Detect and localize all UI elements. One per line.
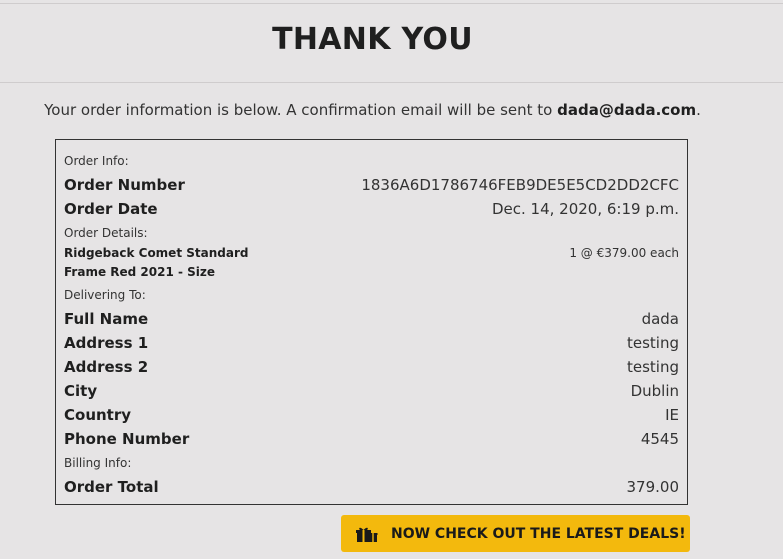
country-label: Country — [64, 406, 132, 424]
address2-value: testing — [626, 358, 679, 376]
city-row: City Dublin — [64, 382, 679, 400]
address1-value: testing — [626, 334, 679, 352]
confirmation-email: dada@dada.com — [557, 101, 697, 119]
latest-deals-button[interactable]: NOW CHECK OUT THE LATEST DEALS! — [341, 515, 690, 552]
address2-label: Address 2 — [64, 358, 149, 376]
address1-label: Address 1 — [64, 334, 149, 352]
order-total-label: Order Total — [64, 478, 159, 496]
country-value: IE — [665, 406, 679, 424]
order-summary-box: Order Info: Order Number 1836A6D1786746F… — [55, 139, 688, 505]
order-info-section: Order Info: — [64, 154, 679, 168]
city-value: Dublin — [630, 382, 679, 400]
order-details-section: Order Details: — [64, 226, 679, 240]
order-number-row: Order Number 1836A6D1786746FEB9DE5E5CD2D… — [64, 176, 679, 194]
page-header: THANK YOU — [0, 4, 783, 83]
order-date-value: Dec. 14, 2020, 6:19 p.m. — [491, 200, 679, 218]
confirmation-message: Your order information is below. A confi… — [0, 101, 745, 119]
confirmation-text: Your order information is below. A confi… — [44, 101, 558, 119]
order-total-row: Order Total 379.00 — [64, 478, 679, 496]
country-row: Country IE — [64, 406, 679, 424]
order-info-label: Order Info: — [64, 154, 129, 168]
order-date-label: Order Date — [64, 200, 158, 218]
product-name: Ridgeback Comet Standard Frame Red 2021 … — [64, 246, 249, 279]
order-item-row: Ridgeback Comet Standard Frame Red 2021 … — [64, 244, 679, 282]
phone-row: Phone Number 4545 — [64, 430, 679, 448]
delivering-label: Delivering To: — [64, 288, 146, 302]
order-date-row: Order Date Dec. 14, 2020, 6:19 p.m. — [64, 200, 679, 218]
order-number-value: 1836A6D1786746FEB9DE5E5CD2DD2CFC — [361, 176, 679, 194]
billing-section: Billing Info: — [64, 456, 679, 470]
address1-row: Address 1 testing — [64, 334, 679, 352]
latest-deals-label: NOW CHECK OUT THE LATEST DEALS! — [391, 525, 686, 542]
billing-label: Billing Info: — [64, 456, 132, 470]
address2-row: Address 2 testing — [64, 358, 679, 376]
page-title: THANK YOU — [272, 22, 473, 57]
order-number-label: Order Number — [64, 176, 185, 194]
full-name-label: Full Name — [64, 310, 149, 328]
product-quantity-price: 1 @ €379.00 each — [569, 246, 679, 260]
city-label: City — [64, 382, 98, 400]
full-name-value: dada — [641, 310, 679, 328]
order-total-value: 379.00 — [626, 478, 680, 496]
full-name-row: Full Name dada — [64, 310, 679, 328]
delivering-section: Delivering To: — [64, 288, 679, 302]
phone-value: 4545 — [640, 430, 679, 448]
gifts-icon — [356, 525, 378, 543]
phone-label: Phone Number — [64, 430, 190, 448]
confirmation-suffix: . — [696, 101, 701, 119]
order-details-label: Order Details: — [64, 226, 148, 240]
